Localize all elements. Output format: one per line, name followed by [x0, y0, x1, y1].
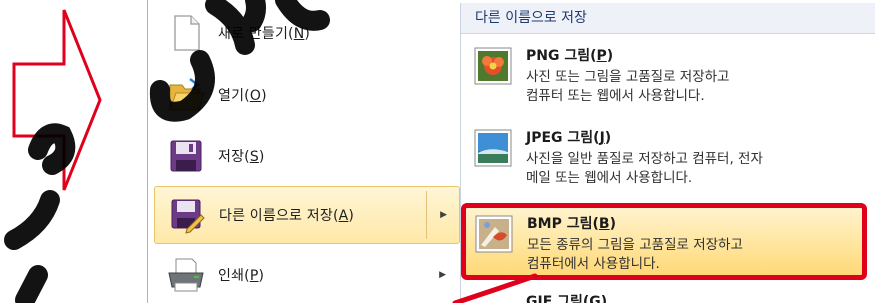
- screenshot-stage: 새로 만들기(N) 열기(O) 저장(S) 다른 이름으로 저장(A) ▶ 인쇄…: [0, 0, 875, 303]
- red-pointer-annotation: [452, 273, 538, 303]
